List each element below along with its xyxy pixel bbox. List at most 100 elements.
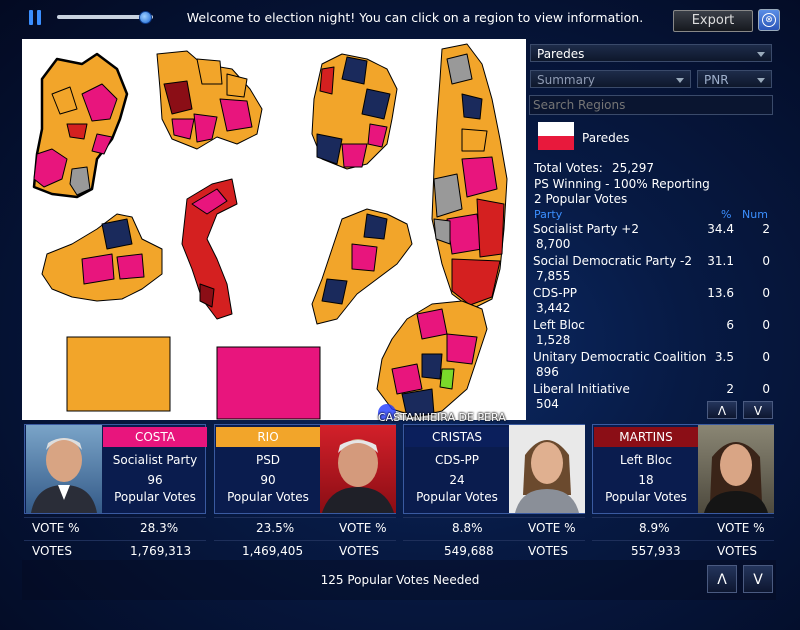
candidate-seats-label: Popular Votes [227, 490, 309, 504]
candidate-card-rio[interactable]: RIO PSD 90 Popular Votes [214, 424, 396, 514]
result-percent: 3.5 [714, 350, 734, 364]
close-icon: ⊗ [762, 13, 776, 27]
party-column-header: Party [534, 208, 563, 221]
vote-pct-value: 28.3% [140, 521, 179, 535]
election-map[interactable] [22, 39, 526, 422]
votes-needed: 125 Popular Votes Needed [320, 573, 480, 587]
result-num: 0 [762, 286, 770, 300]
candidate-name: CRISTAS [431, 430, 483, 444]
candidate-seats: 24 [449, 473, 465, 487]
chevron-down-icon [757, 52, 765, 57]
slider-thumb[interactable] [139, 11, 152, 24]
candidate-stats-cristas: 8.8% VOTE % 549,688 VOTES [403, 517, 585, 561]
candidate-party: Left Bloc [620, 453, 672, 467]
map-svg[interactable] [22, 39, 526, 422]
party-dropdown[interactable]: PNR [697, 70, 772, 88]
percent-column-header: % [721, 208, 732, 221]
results-scroll-up-button[interactable]: Λ [707, 401, 737, 419]
chevron-down-icon [676, 78, 684, 83]
candidate-photo [320, 425, 396, 513]
candidate-photo [698, 425, 774, 513]
region-dropdown[interactable]: Paredes [530, 44, 772, 62]
votes-label: VOTES [32, 544, 72, 558]
candidates-scroll-up-button[interactable]: Λ [707, 565, 737, 593]
view-dropdown-value: Summary [537, 73, 595, 87]
pause-button[interactable] [28, 10, 44, 26]
candidate-seats-label: Popular Votes [114, 490, 196, 504]
candidate-party: PSD [255, 453, 281, 467]
result-party-name: CDS-PP [533, 286, 578, 300]
candidate-card-costa[interactable]: COSTA Socialist Party 96 Popular Votes [24, 424, 207, 514]
result-party-name: Left Bloc [533, 318, 585, 332]
result-party-name: Socialist Party +2 [533, 222, 639, 236]
map-region-label: CASTANHEIRA DE PERA [378, 411, 506, 424]
close-button[interactable]: ⊗ [758, 9, 780, 31]
votes-value: 1,769,313 [130, 544, 192, 558]
candidate-party: CDS-PP [434, 453, 480, 467]
candidate-name-banner: CRISTAS [405, 427, 509, 447]
vote-pct-value: 8.9% [639, 521, 670, 535]
chevron-down-icon [757, 78, 765, 83]
vote-pct-label: VOTE % [32, 521, 80, 535]
candidate-portrait-icon [515, 440, 579, 513]
result-party-name: Social Democratic Party -2 [533, 254, 692, 268]
result-party-name: Liberal Initiative [533, 382, 630, 396]
vote-pct-row: 23.5% VOTE % [214, 517, 396, 538]
candidate-card-martins[interactable]: MARTINS Left Bloc 18 Popular Votes [592, 424, 774, 514]
result-votes: 504 [536, 397, 559, 411]
result-percent: 2 [726, 382, 734, 396]
party-dropdown-value: PNR [704, 73, 729, 87]
candidate-photo [509, 425, 585, 513]
votes-row: 557,933 VOTES [592, 540, 774, 561]
vote-pct-value: 23.5% [256, 521, 295, 535]
result-percent: 13.6 [707, 286, 734, 300]
result-num: 0 [762, 382, 770, 396]
candidate-portrait-icon [322, 439, 394, 513]
candidates-scroll-down-button[interactable]: V [743, 565, 773, 593]
candidate-party: Socialist Party [112, 453, 198, 467]
pause-icon [29, 10, 33, 25]
candidate-photo [26, 425, 102, 513]
result-num: 0 [762, 254, 770, 268]
result-votes: 1,528 [536, 333, 571, 347]
vote-pct-label: VOTE % [528, 521, 576, 535]
result-num: 2 [762, 222, 770, 236]
results-scroll-down-button[interactable]: V [743, 401, 773, 419]
candidate-portrait-icon [31, 438, 97, 513]
view-dropdown[interactable]: Summary [530, 70, 691, 88]
region-name: Paredes [582, 131, 630, 145]
total-votes-label: Total Votes: [534, 161, 603, 175]
candidate-seats: 96 [147, 473, 163, 487]
result-votes: 8,700 [536, 237, 571, 251]
candidate-card-cristas[interactable]: CRISTAS CDS-PP 24 Popular Votes [403, 424, 585, 514]
result-votes: 3,442 [536, 301, 571, 315]
votes-row: 1,469,405 VOTES [214, 540, 396, 561]
candidate-stats-costa: VOTE % 28.3% VOTES 1,769,313 [24, 517, 206, 561]
vote-pct-row: 8.8% VOTE % [403, 517, 585, 538]
votes-row: VOTES 1,769,313 [24, 540, 206, 561]
votes-label: VOTES [528, 544, 568, 558]
votes-value: 549,688 [444, 544, 494, 558]
pause-icon-bar [37, 10, 41, 25]
result-percent: 31.1 [707, 254, 734, 268]
welcome-message: Welcome to election night! You can click… [186, 10, 644, 25]
votes-value: 557,933 [631, 544, 681, 558]
result-party-name: Unitary Democratic Coalition [533, 350, 707, 364]
candidate-seats-label: Popular Votes [605, 490, 687, 504]
vote-pct-label: VOTE % [339, 521, 387, 535]
search-regions-input[interactable] [529, 95, 773, 115]
candidate-seats: 90 [260, 473, 276, 487]
result-num: 0 [762, 318, 770, 332]
vote-pct-label: VOTE % [717, 521, 765, 535]
result-percent: 34.4 [707, 222, 734, 236]
candidate-name-banner: COSTA [103, 427, 207, 447]
candidate-name: MARTINS [619, 430, 673, 444]
winning-status: PS Winning - 100% Reporting [534, 177, 710, 191]
votes-row: 549,688 VOTES [403, 540, 585, 561]
vote-pct-value: 8.8% [452, 521, 483, 535]
result-percent: 6 [726, 318, 734, 332]
export-button[interactable]: Export [673, 10, 753, 32]
votes-label: VOTES [717, 544, 757, 558]
region-flag [538, 122, 574, 150]
candidate-seats-label: Popular Votes [416, 490, 498, 504]
